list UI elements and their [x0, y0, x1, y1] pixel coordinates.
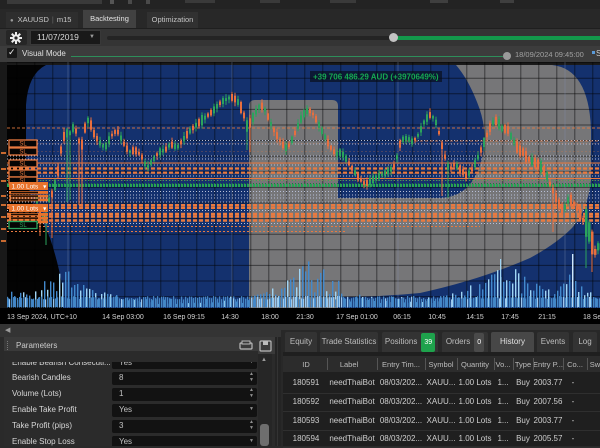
svg-text:▼: ▼: [42, 184, 47, 190]
svg-text:16 Sep 09:15: 16 Sep 09:15: [163, 314, 205, 321]
svg-text:14:30: 14:30: [221, 314, 239, 321]
svg-text:14:15: 14:15: [466, 314, 484, 321]
svg-text:21:15: 21:15: [538, 314, 556, 321]
svg-text:SL: SL: [19, 142, 27, 148]
svg-text:SL: SL: [19, 162, 27, 168]
svg-text:13 Sep 2024, UTC+10: 13 Sep 2024, UTC+10: [7, 314, 77, 321]
svg-text:+39 706 486.29 AUD (+3970649%): +39 706 486.29 AUD (+3970649%): [313, 73, 439, 82]
svg-text:SL: SL: [19, 150, 27, 156]
svg-text:18:00: 18:00: [261, 314, 279, 321]
svg-text:06:15: 06:15: [393, 314, 411, 321]
svg-text:21:30: 21:30: [296, 314, 314, 321]
svg-text:SL: SL: [19, 223, 27, 229]
svg-text:17:45: 17:45: [501, 314, 519, 321]
svg-text:17 Sep 01:00: 17 Sep 01:00: [336, 314, 378, 321]
svg-text:14 Sep 03:00: 14 Sep 03:00: [102, 314, 144, 321]
svg-text:18 Se: 18 Se: [583, 314, 600, 321]
svg-text:1.00 Lots: 1.00 Lots: [12, 183, 39, 190]
svg-text:10:45: 10:45: [428, 314, 446, 321]
svg-text:1.00 Lots: 1.00 Lots: [12, 205, 39, 212]
svg-text:▼: ▼: [42, 206, 47, 212]
